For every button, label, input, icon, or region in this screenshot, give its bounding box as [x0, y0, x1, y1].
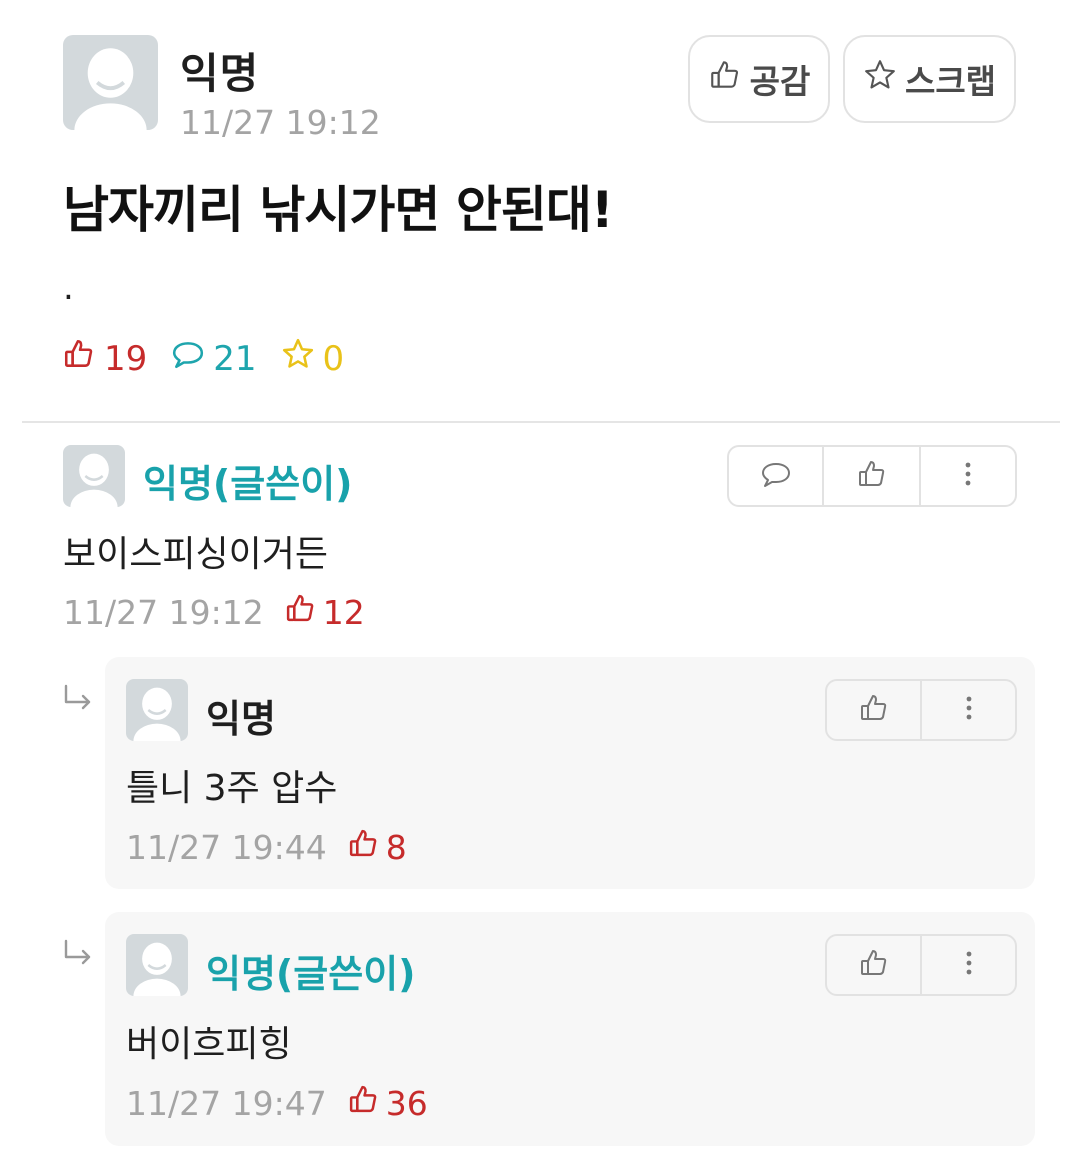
comment-more-button[interactable] [921, 447, 1015, 505]
reply-avatar [126, 934, 188, 996]
reply-like-button[interactable] [827, 681, 922, 739]
like-count-value: 19 [104, 338, 148, 379]
reply-author: 익명(글쓴이) [206, 952, 416, 996]
comment-like-value: 12 [322, 593, 365, 632]
post-like-count: 19 [62, 337, 147, 380]
comment-timestamp: 11/27 19:12 [63, 593, 264, 632]
reply-avatar [126, 679, 188, 741]
reply-text: 틀니 3주 압수 [126, 768, 338, 809]
star-icon [281, 337, 315, 380]
reply-text: 버이흐피힝 [126, 1024, 292, 1065]
thumbs-up-icon [347, 827, 380, 868]
reply-actions [825, 934, 1017, 996]
thumbs-up-icon [858, 947, 890, 983]
reply-like-button[interactable] [827, 936, 922, 994]
post-scrap-count: 0 [281, 337, 345, 380]
thumbs-up-icon [284, 592, 317, 633]
post-divider [22, 421, 1060, 423]
comment-avatar [63, 445, 125, 507]
reply-actions [825, 679, 1017, 741]
more-vertical-icon [953, 692, 985, 728]
scrap-button-label: 스크랩 [904, 62, 997, 101]
comment-text: 보이스피싱이거든 [63, 534, 328, 575]
reply-like-count: 8 [347, 827, 407, 868]
reply-timestamp: 11/27 19:44 [126, 828, 327, 867]
post-timestamp: 11/27 19:12 [180, 103, 381, 142]
more-vertical-icon [953, 947, 985, 983]
comment-like-button[interactable] [824, 447, 921, 505]
thumbs-up-icon [347, 1083, 380, 1124]
comment-like-count: 12 [284, 592, 365, 633]
reply-item: 익명(글쓴이) 버이흐피힝 11/27 19:47 36 [105, 912, 1035, 1146]
reply-author: 익명 [206, 697, 276, 741]
reply-meta: 11/27 19:47 36 [126, 1083, 428, 1124]
reply-like-count: 36 [347, 1083, 428, 1124]
post-comment-count: 21 [171, 337, 257, 380]
reply-arrow-icon [64, 684, 91, 710]
like-button[interactable]: 공감 [688, 35, 830, 123]
reply-like-value: 8 [385, 828, 407, 867]
comment-bubble-icon [171, 337, 205, 380]
thumbs-up-icon [708, 58, 742, 100]
reply-timestamp: 11/27 19:47 [126, 1084, 327, 1123]
comment-author: 익명(글쓴이) [143, 462, 353, 506]
reply-more-button[interactable] [922, 936, 1015, 994]
comment-count-value: 21 [213, 338, 257, 379]
more-vertical-icon [952, 458, 984, 494]
reply-arrow-icon [64, 939, 91, 965]
post-author-avatar [63, 35, 158, 130]
comment-meta: 11/27 19:12 12 [63, 592, 365, 633]
scrap-button[interactable]: 스크랩 [843, 35, 1016, 123]
thumbs-up-icon [62, 337, 96, 380]
post-stats: 19 21 0 [62, 337, 368, 380]
scrap-count-value: 0 [322, 338, 345, 379]
reply-item: 익명 틀니 3주 압수 11/27 19:44 8 [105, 657, 1035, 889]
reply-more-button[interactable] [922, 681, 1015, 739]
comment-actions [727, 445, 1017, 507]
reply-button[interactable] [729, 447, 824, 505]
thumbs-up-icon [856, 458, 888, 494]
post-author-name: 익명 [180, 49, 260, 98]
star-icon [863, 58, 897, 100]
thumbs-up-icon [858, 692, 890, 728]
like-button-label: 공감 [749, 62, 811, 101]
post-body: . [63, 268, 74, 308]
post-title: 남자끼리 낚시가면 안된대! [63, 181, 614, 239]
reply-meta: 11/27 19:44 8 [126, 827, 407, 868]
comment-bubble-icon [760, 458, 792, 494]
reply-like-value: 36 [385, 1084, 428, 1123]
